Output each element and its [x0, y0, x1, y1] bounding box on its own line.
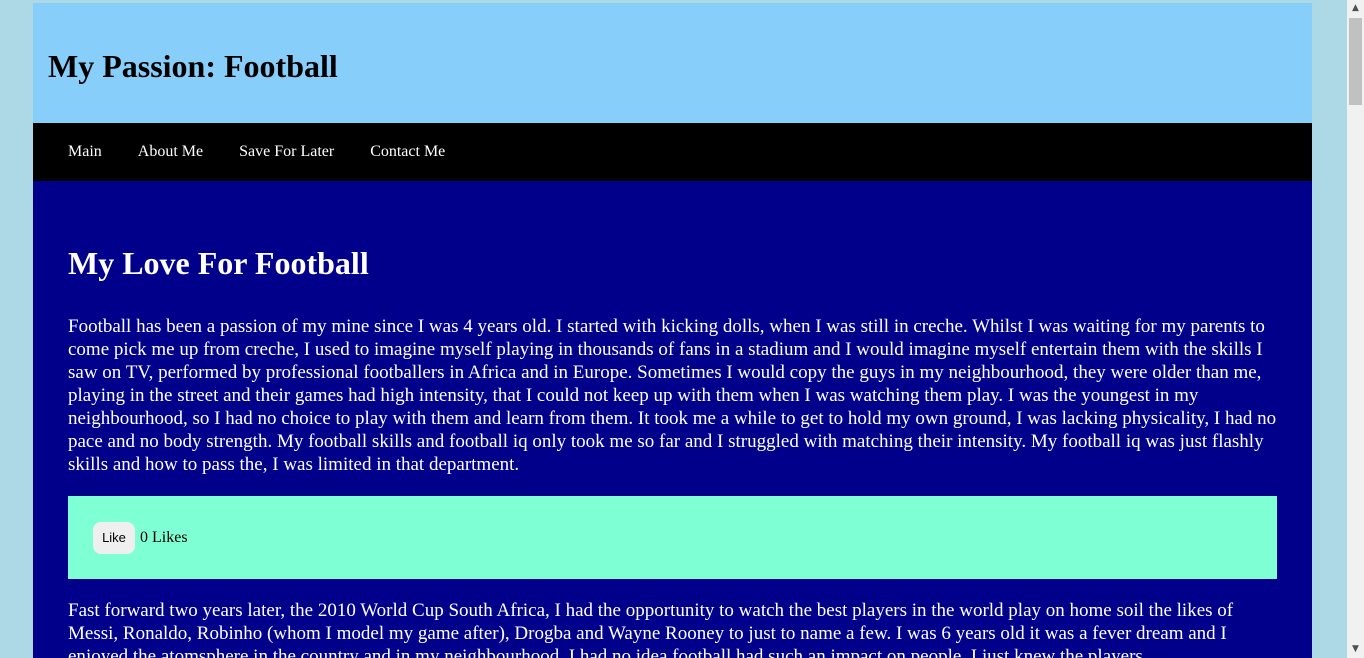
site-header: My Passion: Football [33, 3, 1312, 123]
like-button[interactable]: Like [93, 521, 135, 554]
main-nav: Main About Me Save For Later Contact Me [33, 123, 1312, 181]
like-count: 0 Likes [140, 528, 188, 546]
story-paragraph-1: Football has been a passion of my mine s… [68, 316, 1277, 475]
nav-item-contact-me[interactable]: Contact Me [370, 143, 445, 161]
section-heading: My Love For Football [68, 245, 369, 281]
like-panel: Like 0 Likes [68, 496, 1277, 579]
main-content: My Love For Football Football has been a… [33, 181, 1312, 658]
site-title: My Passion: Football [48, 48, 338, 84]
scrollbar-thumb[interactable] [1349, 18, 1362, 105]
scroll-down-arrow-icon[interactable]: ▼ [1347, 641, 1364, 658]
nav-item-main[interactable]: Main [68, 143, 102, 161]
story-paragraph-2: Fast forward two years later, the 2010 W… [68, 600, 1234, 658]
page: My Passion: Football Main About Me Save … [33, 3, 1312, 658]
scroll-up-arrow-icon[interactable]: ▲ [1347, 0, 1364, 17]
vertical-scrollbar[interactable]: ▲ ▼ [1347, 0, 1364, 658]
nav-item-about-me[interactable]: About Me [138, 143, 203, 161]
nav-item-save-for-later[interactable]: Save For Later [239, 143, 334, 161]
